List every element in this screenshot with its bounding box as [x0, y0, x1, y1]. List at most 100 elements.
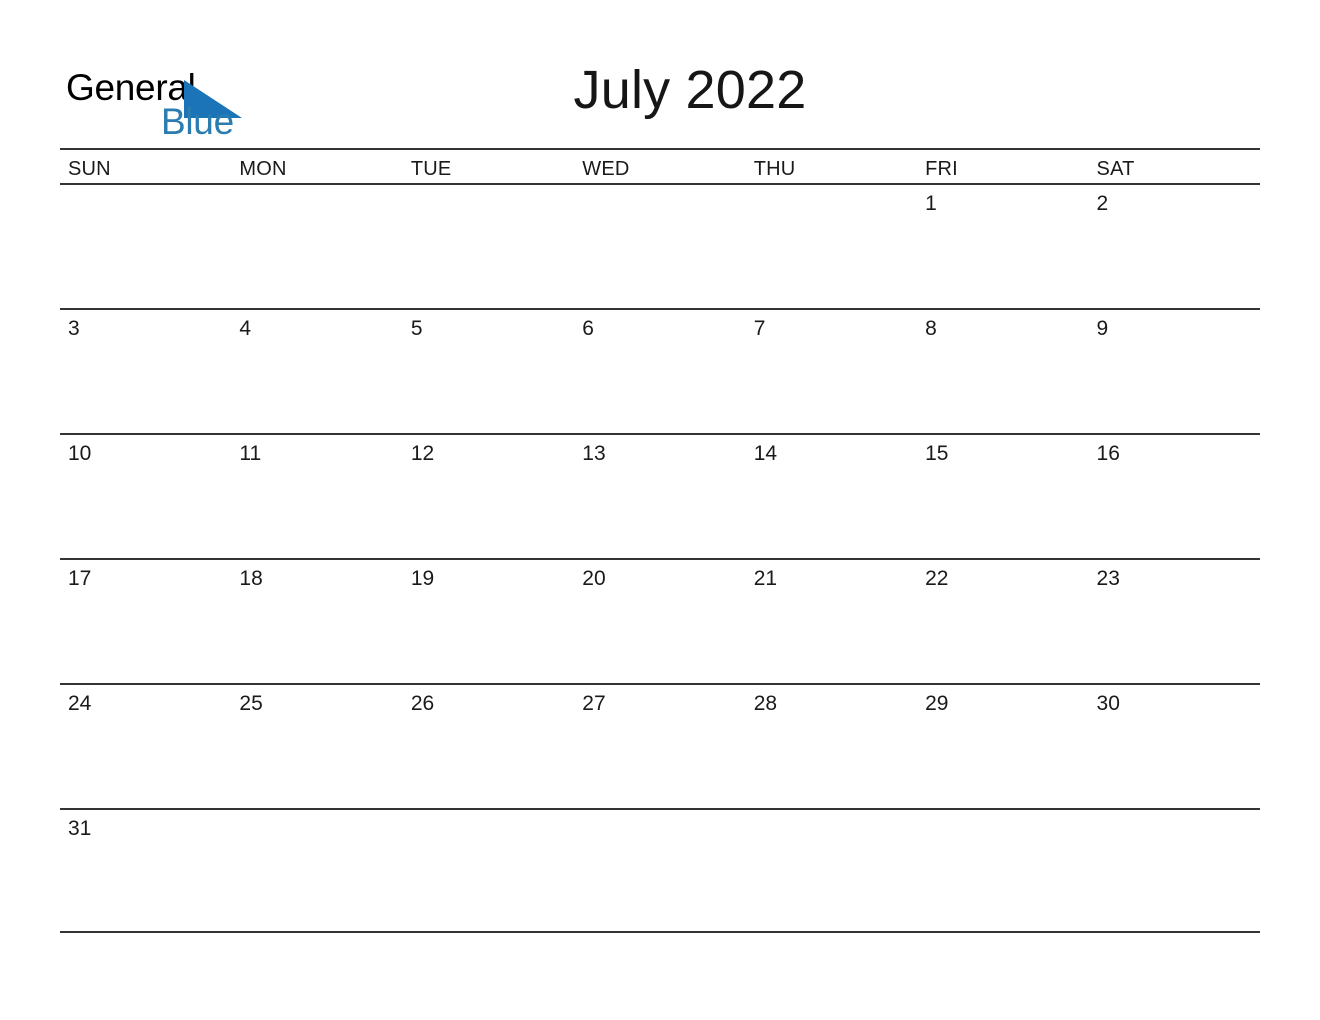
- weekday-cell-fri: FRI: [917, 150, 1088, 183]
- day-number: 9: [1096, 317, 1109, 340]
- day-cell[interactable]: 25: [231, 685, 402, 808]
- day-cell[interactable]: 8: [917, 310, 1088, 433]
- day-cell[interactable]: 23: [1089, 560, 1260, 683]
- day-cell[interactable]: 21: [746, 560, 917, 683]
- day-cell[interactable]: [746, 810, 917, 931]
- day-number: 31: [68, 817, 92, 840]
- calendar-page: July 2022 General Blue SUN MON TUE WED T…: [0, 0, 1320, 1020]
- day-cell[interactable]: [60, 185, 231, 308]
- page-header: July 2022 General Blue: [60, 58, 1260, 146]
- day-number: 25: [239, 692, 263, 715]
- day-number: 24: [68, 692, 92, 715]
- day-cell[interactable]: 22: [917, 560, 1088, 683]
- weekday-label-thu: THU: [753, 158, 796, 180]
- day-cell[interactable]: 24: [60, 685, 231, 808]
- day-number: 14: [753, 442, 778, 465]
- day-cell[interactable]: 3: [60, 310, 231, 433]
- logo-text-blue: Blue: [161, 101, 234, 142]
- day-cell[interactable]: 12: [403, 435, 574, 558]
- day-cell[interactable]: 29: [917, 685, 1088, 808]
- day-number: 28: [753, 692, 778, 715]
- day-cell[interactable]: [231, 810, 402, 931]
- day-number: 22: [925, 567, 949, 590]
- day-number: 30: [1096, 692, 1120, 715]
- day-cell[interactable]: 14: [746, 435, 917, 558]
- day-number: [574, 810, 745, 817]
- day-number: 26: [410, 692, 435, 715]
- day-cell[interactable]: [1089, 810, 1260, 931]
- day-cell[interactable]: 20: [574, 560, 745, 683]
- day-cell[interactable]: 26: [403, 685, 574, 808]
- day-number: [403, 810, 574, 817]
- weekday-cell-thu: THU: [746, 150, 917, 183]
- day-number: [746, 185, 917, 192]
- weekday-cell-sun: SUN: [60, 150, 231, 183]
- day-cell[interactable]: [574, 810, 745, 931]
- day-cell[interactable]: 1: [917, 185, 1088, 308]
- day-cell[interactable]: [746, 185, 917, 308]
- day-number: 19: [410, 567, 435, 590]
- day-number: 5: [410, 317, 423, 340]
- day-number: 1: [925, 192, 937, 215]
- day-number: [1089, 810, 1260, 817]
- day-cell[interactable]: 10: [60, 435, 231, 558]
- day-cell[interactable]: 5: [403, 310, 574, 433]
- day-cell[interactable]: 11: [231, 435, 402, 558]
- day-number: [231, 810, 402, 817]
- weekday-cell-mon: MON: [231, 150, 402, 183]
- general-blue-logo[interactable]: General Blue: [66, 68, 316, 142]
- day-number: [917, 810, 1088, 817]
- day-cell[interactable]: 31: [60, 810, 231, 931]
- day-cell[interactable]: 9: [1089, 310, 1260, 433]
- day-number: 13: [582, 442, 606, 465]
- day-cell[interactable]: [231, 185, 402, 308]
- day-number: 27: [582, 692, 606, 715]
- day-number: 15: [925, 442, 949, 465]
- day-cell[interactable]: 28: [746, 685, 917, 808]
- week-row: 3 4 5 6 7 8 9: [60, 308, 1260, 433]
- day-cell[interactable]: 15: [917, 435, 1088, 558]
- day-cell[interactable]: 6: [574, 310, 745, 433]
- day-number: 21: [753, 567, 778, 590]
- weekday-cell-sat: SAT: [1089, 150, 1260, 183]
- day-number: 2: [1096, 192, 1109, 215]
- day-cell[interactable]: [403, 185, 574, 308]
- day-cell[interactable]: [574, 185, 745, 308]
- day-number: 20: [582, 567, 606, 590]
- day-cell[interactable]: 13: [574, 435, 745, 558]
- day-cell[interactable]: [403, 810, 574, 931]
- day-number: 6: [582, 317, 594, 340]
- day-cell[interactable]: [917, 810, 1088, 931]
- weekday-label-tue: TUE: [410, 158, 452, 180]
- day-number: 10: [68, 442, 92, 465]
- day-number: 7: [753, 317, 766, 340]
- day-number: 11: [239, 442, 262, 465]
- day-cell[interactable]: 17: [60, 560, 231, 683]
- day-cell[interactable]: 16: [1089, 435, 1260, 558]
- day-number: [746, 810, 917, 817]
- week-row: 1 2: [60, 183, 1260, 308]
- day-cell[interactable]: 27: [574, 685, 745, 808]
- weekday-label-sun: SUN: [68, 158, 111, 180]
- day-number: 3: [68, 317, 80, 340]
- day-number: 8: [925, 317, 937, 340]
- day-cell[interactable]: 19: [403, 560, 574, 683]
- day-cell[interactable]: 18: [231, 560, 402, 683]
- day-number: [60, 185, 231, 192]
- week-row: 24 25 26 27 28 29 30: [60, 683, 1260, 808]
- weekday-cell-wed: WED: [574, 150, 745, 183]
- day-number: 23: [1096, 567, 1120, 590]
- day-number: 4: [239, 317, 252, 340]
- day-number: 29: [925, 692, 949, 715]
- calendar-grid: SUN MON TUE WED THU FRI SAT 1 2 3 4 5 6 …: [60, 148, 1260, 933]
- day-cell[interactable]: 4: [231, 310, 402, 433]
- day-number: 17: [68, 567, 92, 590]
- day-number: [574, 185, 745, 192]
- week-row: 31: [60, 808, 1260, 933]
- week-row: 17 18 19 20 21 22 23: [60, 558, 1260, 683]
- day-number: 16: [1096, 442, 1120, 465]
- day-cell[interactable]: 2: [1089, 185, 1260, 308]
- day-cell[interactable]: 7: [746, 310, 917, 433]
- day-cell[interactable]: 30: [1089, 685, 1260, 808]
- weekday-label-fri: FRI: [925, 158, 958, 180]
